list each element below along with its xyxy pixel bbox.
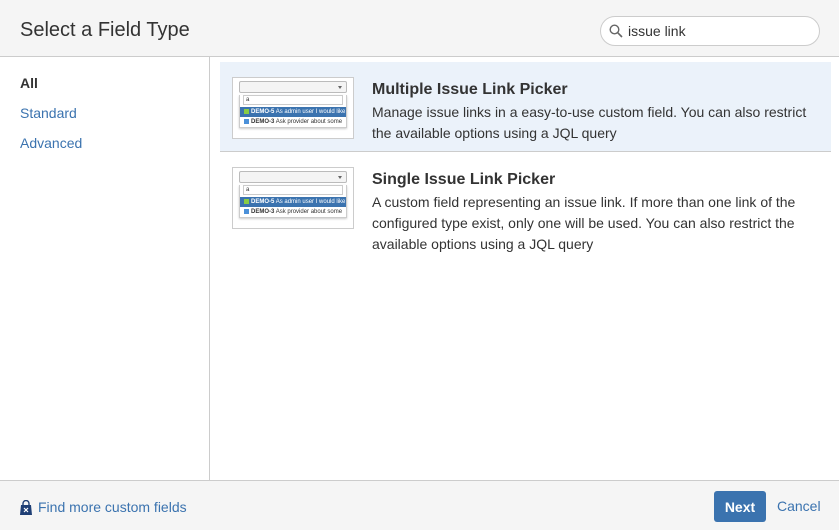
sidebar-item-all[interactable]: All — [20, 75, 38, 91]
search-icon — [609, 24, 623, 38]
search-input[interactable] — [628, 23, 808, 39]
next-button[interactable]: Next — [714, 491, 766, 522]
cancel-link[interactable]: Cancel — [777, 498, 821, 514]
find-more-custom-fields-link[interactable]: Find more custom fields — [20, 499, 187, 515]
dialog-title: Select a Field Type — [20, 19, 190, 41]
sidebar-item-advanced[interactable]: Advanced — [20, 135, 82, 151]
field-name: Single Issue Link Picker — [372, 171, 556, 188]
field-description: A custom field representing an issue lin… — [372, 194, 796, 252]
field-name: Multiple Issue Link Picker — [372, 81, 568, 98]
sidebar-item-standard[interactable]: Standard — [20, 105, 77, 121]
field-item-single-issue-link-picker[interactable]: a DEMO-5 As admin user I would like DEMO… — [220, 152, 831, 252]
sidebar: All Standard Advanced — [0, 57, 210, 480]
field-preview-image: a DEMO-5 As admin user I would like DEMO… — [232, 167, 354, 229]
field-description: Manage issue links in a easy-to-use cust… — [372, 104, 807, 141]
field-preview-image: a DEMO-5 As admin user I would like DEMO… — [232, 77, 354, 139]
field-type-list: a DEMO-5 As admin user I would like DEMO… — [220, 62, 831, 252]
dialog-header: Select a Field Type — [0, 0, 839, 57]
dialog-footer: Find more custom fields Next Cancel — [0, 480, 839, 530]
field-item-multiple-issue-link-picker[interactable]: a DEMO-5 As admin user I would like DEMO… — [220, 62, 831, 152]
search-field[interactable] — [600, 16, 820, 46]
marketplace-bag-icon — [20, 499, 32, 515]
